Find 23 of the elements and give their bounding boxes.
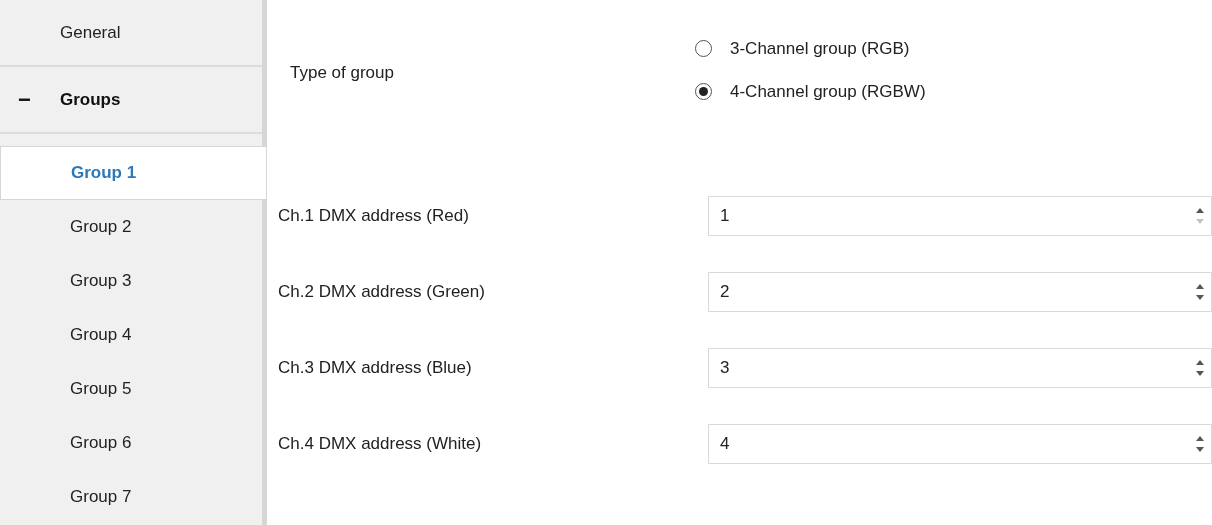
field-label: Ch.4 DMX address (White) bbox=[277, 433, 483, 456]
field-label: Ch.1 DMX address (Red) bbox=[277, 205, 470, 228]
radio-button[interactable] bbox=[695, 82, 712, 100]
radio-label: 3-Channel group (RGB) bbox=[730, 38, 910, 60]
number-input[interactable]: 1 bbox=[708, 196, 1212, 236]
number-input[interactable]: 3 bbox=[708, 348, 1212, 388]
number-input[interactable]: 4 bbox=[708, 424, 1212, 464]
sidebar-item[interactable]: − Groups bbox=[0, 67, 262, 134]
sidebar-subitem[interactable]: Group 5 bbox=[0, 362, 262, 416]
field-label: Ch.3 DMX address (Blue) bbox=[277, 357, 473, 380]
field-label: Type of group bbox=[289, 62, 395, 84]
number-input[interactable]: 2 bbox=[708, 272, 1212, 312]
sidebar-subitem[interactable]: Group 2 bbox=[0, 200, 262, 254]
sidebar-subitem[interactable]: Group 1 bbox=[0, 146, 267, 200]
radio-label: 4-Channel group (RGBW) bbox=[730, 80, 926, 103]
sidebar-subitem[interactable]: Group 3 bbox=[0, 254, 262, 308]
sidebar-subitem[interactable]: Group 4 bbox=[0, 308, 262, 362]
sidebar-item[interactable]: General bbox=[0, 0, 262, 67]
collapse-toggle[interactable]: − bbox=[0, 83, 60, 116]
radio-button[interactable] bbox=[695, 40, 712, 58]
sidebar-subitem[interactable]: Group 7 bbox=[0, 470, 262, 524]
sidebar-subitem[interactable]: Group 6 bbox=[0, 416, 262, 470]
field-label: Ch.2 DMX address (Green) bbox=[277, 281, 486, 304]
